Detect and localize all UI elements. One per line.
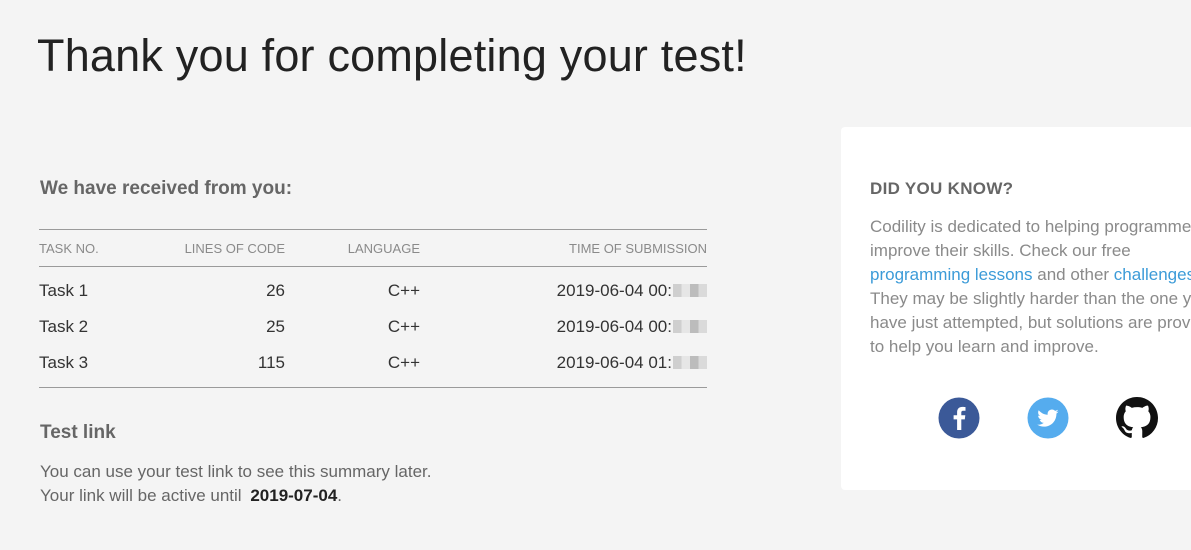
dyk-line5: have just attempted, but solutions are p… — [870, 313, 1191, 332]
dyk-line4: They may be slightly harder than the one… — [870, 289, 1191, 308]
dyk-line2: improve their skills. Check our free — [870, 241, 1131, 260]
redacted-time — [673, 356, 707, 369]
lines-of-code: 26 — [266, 281, 285, 300]
language: C++ — [387, 281, 420, 300]
page-title: Thank you for completing your test! — [37, 30, 747, 81]
dyk-and-other: and other — [1032, 265, 1114, 284]
table-row: Task 1 26 C++ 2019-06-04 00: — [39, 267, 707, 310]
twitter-icon-graphic — [1027, 397, 1069, 439]
task-name: Task 2 — [39, 317, 89, 336]
lines-of-code: 25 — [266, 317, 285, 336]
submission-time-text: 2019-06-04 00: — [556, 317, 672, 336]
received-heading: We have received from you: — [40, 178, 293, 199]
facebook-icon-graphic — [938, 397, 980, 439]
test-link-heading: Test link — [40, 422, 116, 443]
lines-of-code: 115 — [257, 353, 285, 372]
active-until-date: 2019-07-04 — [250, 486, 338, 505]
submission-table: TASK NO. LINES OF CODE LANGUAGE TIME OF … — [39, 229, 707, 388]
table-header-row: TASK NO. LINES OF CODE LANGUAGE TIME OF … — [39, 229, 707, 267]
language: C++ — [387, 317, 420, 336]
submission-time-text: 2019-06-04 01: — [556, 353, 672, 372]
challenges-link[interactable]: challenges — [1114, 265, 1191, 284]
column-header-time: TIME OF SUBMISSION — [420, 229, 707, 267]
submission-time: 2019-06-04 01: — [420, 345, 707, 388]
column-header-task: TASK NO. — [39, 229, 159, 267]
facebook-icon[interactable] — [938, 397, 980, 439]
test-link-text: You can use your test link to see this s… — [40, 460, 432, 508]
dyk-line1: Codility is dedicated to helping program… — [870, 217, 1191, 236]
dyk-line6: to help you learn and improve. — [870, 337, 1099, 356]
submission-time: 2019-06-04 00: — [420, 267, 707, 310]
test-link-line2-suffix: . — [337, 486, 343, 505]
programming-lessons-link[interactable]: programming lessons — [870, 265, 1033, 284]
github-icon-graphic — [1116, 397, 1158, 438]
did-you-know-heading: DID YOU KNOW? — [870, 179, 1014, 198]
github-icon[interactable] — [1116, 397, 1158, 439]
table-row: Task 3 115 C++ 2019-06-04 01: — [39, 345, 707, 388]
redacted-time — [673, 320, 707, 333]
language: C++ — [387, 353, 420, 372]
submission-time: 2019-06-04 00: — [420, 309, 707, 345]
task-name: Task 1 — [39, 281, 89, 300]
test-link-line1: You can use your test link to see this s… — [40, 462, 432, 481]
did-you-know-card: DID YOU KNOW? Codility is dedicated to h… — [841, 127, 1191, 490]
task-name: Task 3 — [39, 353, 89, 372]
table-row: Task 2 25 C++ 2019-06-04 00: — [39, 309, 707, 345]
column-header-lines: LINES OF CODE — [159, 229, 285, 267]
column-header-language: LANGUAGE — [285, 229, 420, 267]
submission-time-text: 2019-06-04 00: — [556, 281, 672, 300]
did-you-know-text: Codility is dedicated to helping program… — [870, 215, 1191, 359]
redacted-time — [673, 284, 707, 297]
twitter-icon[interactable] — [1027, 397, 1069, 439]
test-link-line2-prefix: Your link will be active until — [40, 486, 242, 505]
